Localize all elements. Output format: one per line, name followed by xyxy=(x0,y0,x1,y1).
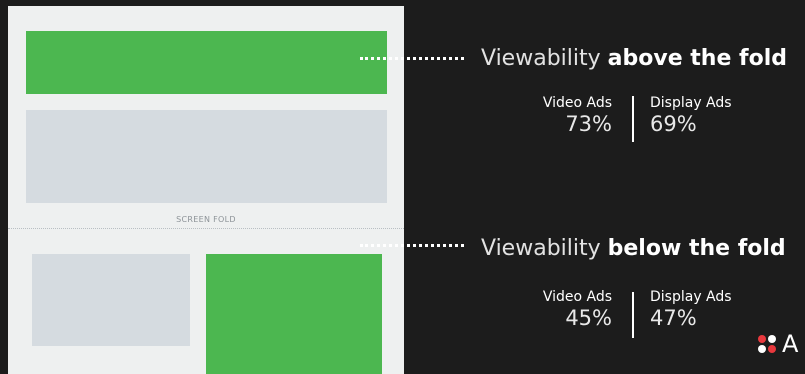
above-video-value: 73% xyxy=(565,112,612,136)
screen-fold-line xyxy=(8,228,404,229)
below-display-value: 47% xyxy=(650,306,697,330)
below-fold-display-ad xyxy=(206,254,382,374)
above-display-value: 69% xyxy=(650,112,697,136)
below-fold-heading: Viewability below the fold xyxy=(481,236,786,262)
below-display-stat: Display Ads 47% xyxy=(650,288,732,330)
below-video-label: Video Ads xyxy=(542,289,612,305)
below-fold-connector xyxy=(360,244,464,247)
page-mockup: SCREEN FOLD xyxy=(8,6,404,374)
brand-logo-text: A xyxy=(782,330,799,358)
above-display-stat: Display Ads 69% xyxy=(650,94,732,136)
above-fold-content-block xyxy=(26,110,387,203)
below-fold-heading-emphasis: below the fold xyxy=(607,236,786,261)
below-stat-divider xyxy=(632,292,634,338)
below-video-stat: Video Ads 45% xyxy=(543,288,612,330)
above-fold-banner-ad xyxy=(26,31,387,94)
above-fold-connector xyxy=(360,57,464,60)
screen-fold-label: SCREEN FOLD xyxy=(176,215,236,224)
above-fold-heading: Viewability above the fold xyxy=(481,46,787,72)
above-video-label: Video Ads xyxy=(542,95,612,111)
below-fold-heading-prefix: Viewability xyxy=(481,236,601,261)
below-fold-content-block xyxy=(32,254,190,346)
above-stat-divider xyxy=(632,96,634,142)
below-display-label: Display Ads xyxy=(650,289,732,305)
below-video-value: 45% xyxy=(565,306,612,330)
above-video-stat: Video Ads 73% xyxy=(543,94,612,136)
above-fold-heading-prefix: Viewability xyxy=(481,46,601,71)
above-display-label: Display Ads xyxy=(650,95,732,111)
above-fold-heading-emphasis: above the fold xyxy=(607,46,788,71)
brand-logo: A xyxy=(758,332,798,356)
four-dot-logo-icon xyxy=(758,335,776,353)
